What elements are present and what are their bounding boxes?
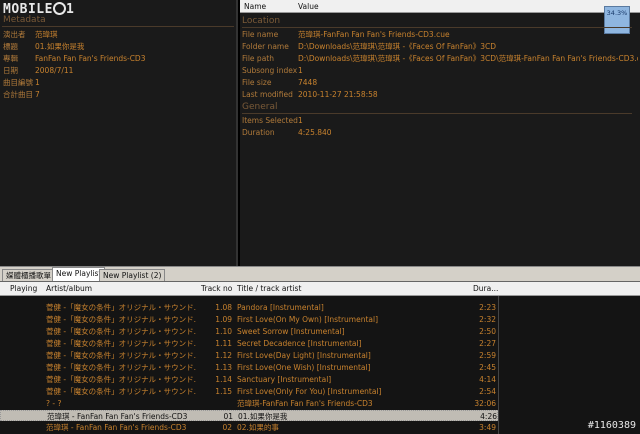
prop-row-subsong-index[interactable]: Subsong index1 xyxy=(242,65,638,76)
tab-new-playlist[interactable]: New Playlist xyxy=(52,267,106,282)
playlist-tabbar: 媒體櫃播歌單 New Playlist New Playlist (2) xyxy=(0,266,640,282)
prop-row-duration[interactable]: Duration 4:25.840 xyxy=(242,127,638,138)
prop-row-last-modified[interactable]: Last modified 2010-11-27 21:58:58 xyxy=(242,89,638,100)
metadata-row-date[interactable]: 日期 2008/7/11 xyxy=(3,65,233,76)
playlist-row-selected[interactable]: 范瑋琪 - FanFan Fan Fan's Friends-CD3 01 01.如… xyxy=(0,410,498,421)
metadata-row-total-tracks[interactable]: 合計曲目 7 xyxy=(3,89,233,100)
column-divider xyxy=(498,296,499,434)
metadata-row-track-number[interactable]: 曲目編號 1 xyxy=(3,77,233,88)
playlist-row[interactable]: 菅健 -「魔女の条件」オリジナル・サウンド... 1.14 Sanctuary [I… xyxy=(0,374,498,385)
prop-row-folder-name[interactable]: Folder name D:\Downloads\范瑋琪\范瑋琪 -《Faces … xyxy=(242,41,638,52)
prop-row-file-path[interactable]: File path D:\Downloads\范瑋琪\范瑋琪 -《Faces Of… xyxy=(242,53,638,64)
column-artist-header[interactable]: Artist/album xyxy=(46,282,92,296)
playlist-view[interactable]: Playing Artist/album Track no Title / tr… xyxy=(0,281,640,434)
properties-header: Name Value xyxy=(240,0,640,13)
column-title-header[interactable]: Title / track artist xyxy=(237,282,301,296)
column-playing-header[interactable]: Playing xyxy=(10,282,37,296)
playlist-header: Playing Artist/album Track no Title / tr… xyxy=(0,282,640,296)
playlist-row[interactable]: 菅健 -「魔女の条件」オリジナル・サウンド... 1.11 Secret Decad… xyxy=(0,338,498,349)
playlist-row[interactable]: 菅健 -「魔女の条件」オリジナル・サウンド... 1.10 Sweet Sorrow… xyxy=(0,326,498,337)
playlist-row[interactable]: 菅健 -「魔女の条件」オリジナル・サウンド... 1.09 First Love(O… xyxy=(0,314,498,325)
playlist-group-row[interactable]: ? - ? 范瑋琪-FanFan Fan Fan's Friends-CD3 32:… xyxy=(0,398,498,409)
metadata-row-album[interactable]: 專輯 FanFan Fan Fan's Friends-CD3 xyxy=(3,53,233,64)
playlist-row[interactable]: 菅健 -「魔女の条件」オリジナル・サウンド... 1.15 First Love(O… xyxy=(0,386,498,397)
metadata-row-title[interactable]: 標題 01.如果你是我 xyxy=(3,41,233,52)
properties-panel: Name Value 34.3% Location File name 范瑋琪-F… xyxy=(240,0,640,266)
column-track-header[interactable]: Track no xyxy=(201,282,232,296)
metadata-row-artist[interactable]: 演出者 范瑋琪 xyxy=(3,29,233,40)
logo-circle-icon xyxy=(52,2,66,15)
prop-row-file-size[interactable]: File size 7448 xyxy=(242,77,638,88)
watermark: #1160389 xyxy=(587,420,636,431)
column-name-header[interactable]: Name xyxy=(244,0,266,13)
playlist-row[interactable]: 菅健 -「魔女の条件」オリジナル・サウンド... 1.13 First Love(O… xyxy=(0,362,498,373)
playlist-row[interactable]: 菅健 -「魔女の条件」オリジナル・サウンド... 1.08 Pandora [Ins… xyxy=(0,302,498,313)
column-duration-header[interactable]: Dura... xyxy=(473,282,498,296)
prop-row-items-selected[interactable]: Items Selected1 xyxy=(242,115,638,126)
playlist-row[interactable]: 范瑋琪 - FanFan Fan Fan's Friends-CD3 02 02.如… xyxy=(0,422,498,433)
general-section-title: General xyxy=(242,102,632,114)
playlist-row[interactable]: 菅健 -「魔女の条件」オリジナル・サウンド... 1.12 First Love(D… xyxy=(0,350,498,361)
prop-row-file-name[interactable]: File name 范瑋琪-FanFan Fan Fan's Friends-CD… xyxy=(242,29,638,40)
location-section-title: Location xyxy=(242,16,632,28)
metadata-section-title: Metadata xyxy=(2,15,234,27)
metadata-panel: MOBILE 1 Metadata 演出者 范瑋琪 標題 01.如果你是我 專輯 Fan… xyxy=(0,0,238,266)
column-value-header[interactable]: Value xyxy=(298,0,319,13)
